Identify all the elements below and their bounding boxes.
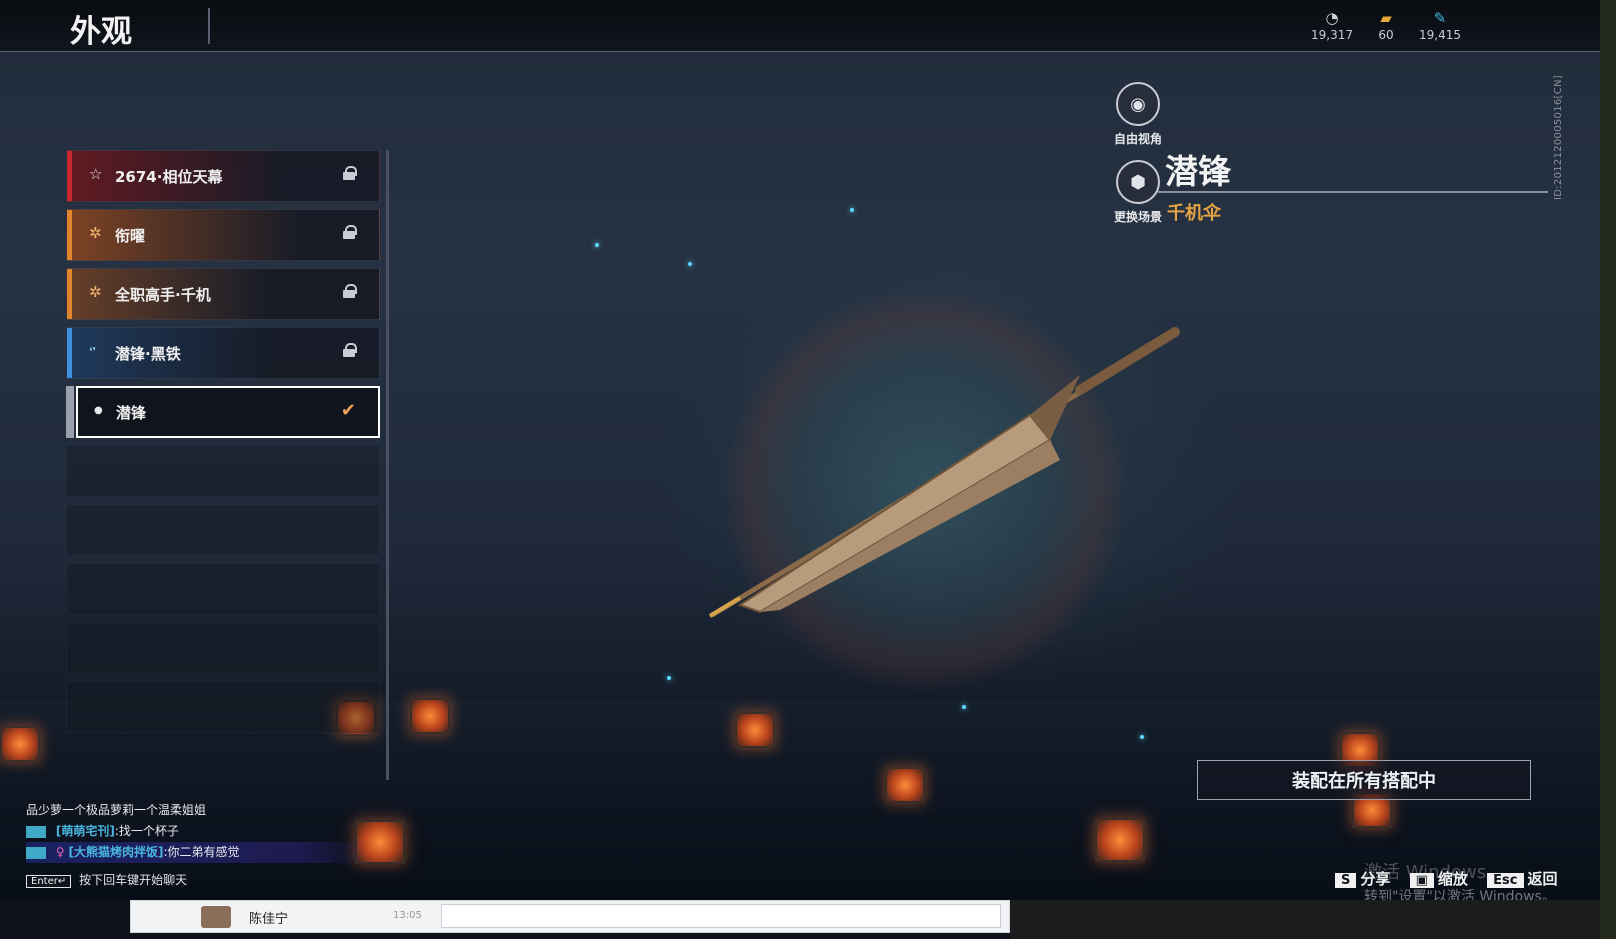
skin-item[interactable]: ✲ 衔曜 <box>66 209 380 261</box>
lantern <box>410 698 450 734</box>
cube-icon: ⬢ <box>1116 160 1160 204</box>
channel-tag <box>26 825 46 838</box>
enter-key: Enter↵ <box>26 875 72 888</box>
shortcut-bar: S 分享 ▣ 缩放 Esc 返回 <box>1335 868 1572 889</box>
rarity-bar <box>67 210 72 260</box>
skin-label: 潜锋 <box>116 404 147 422</box>
equip-all-button[interactable]: 装配在所有搭配中 <box>1197 760 1531 800</box>
share-shortcut[interactable]: S 分享 <box>1335 868 1390 889</box>
feather-icon: ✎ <box>1433 9 1447 27</box>
camera-icon: ◉ <box>1116 82 1160 126</box>
chat-text: 品少萝一个极品萝莉一个温柔姐姐 <box>26 803 207 817</box>
chat-text: :找一个杯子 <box>114 824 179 838</box>
rarity-bar <box>66 386 74 438</box>
empty-slot <box>66 504 380 556</box>
skin-label: 全职高手·千机 <box>115 286 211 304</box>
chat-panel: 品少萝一个极品萝莉一个温柔姐姐 [萌萌宅刊]:找一个杯子 ♀ [大熊猫烤肉拌饭]… <box>26 803 366 863</box>
back-shortcut[interactable]: Esc 返回 <box>1487 868 1558 889</box>
spark <box>1140 735 1144 739</box>
free-view-label: 自由视角 <box>1113 132 1162 146</box>
rarity-bar <box>67 269 72 319</box>
wing-icon: ❛❜ <box>89 345 97 358</box>
chat-line: 品少萝一个极品萝莉一个温柔姐姐 <box>26 800 366 821</box>
skin-item[interactable]: ✲ 全职高手·千机 <box>66 268 380 320</box>
avatar[interactable] <box>201 906 231 928</box>
drop-icon: ● <box>94 405 103 416</box>
chat-text: :你二弟有感觉 <box>163 845 240 859</box>
lock-icon <box>343 225 357 239</box>
empty-slot <box>66 622 380 674</box>
spark <box>688 262 692 266</box>
flower-icon: ✲ <box>89 283 102 301</box>
lantern <box>735 712 775 748</box>
free-view-button[interactable]: ◉ 自由视角 <box>1108 82 1168 147</box>
chat-line: [萌萌宅刊]:找一个杯子 <box>26 821 366 842</box>
desktop-edge <box>1600 0 1616 939</box>
skin-label: 衔曜 <box>115 227 146 245</box>
rarity-bar <box>67 328 72 378</box>
rarity-bar <box>67 151 72 201</box>
spark <box>850 208 854 212</box>
lock-icon <box>343 166 357 180</box>
currency-value: 19,415 <box>1419 28 1461 42</box>
empty-slot <box>66 563 380 615</box>
chat-speaker[interactable]: [大熊猫烤肉拌饭] <box>68 845 163 859</box>
change-scene-label: 更换场景 <box>1113 210 1162 224</box>
currency-feather: ✎ 19,415 <box>1405 8 1475 42</box>
key-esc: Esc <box>1487 873 1524 888</box>
spark <box>667 676 671 680</box>
zoom-shortcut[interactable]: ▣ 缩放 <box>1409 868 1468 889</box>
flower-icon: ✲ <box>89 224 102 242</box>
key-s: S <box>1335 873 1357 888</box>
item-name: 潜锋 <box>1165 152 1231 191</box>
chat-hint[interactable]: Enter↵ 按下回车键开始聊天 <box>26 871 187 888</box>
top-bar: 外观 ◔ 19,317 ▰ 60 ✎ 19,415 <box>0 0 1600 52</box>
list-scrollbar[interactable] <box>386 150 389 780</box>
message-input[interactable] <box>441 904 1001 928</box>
skin-item-selected[interactable]: ● 潜锋 ✔ <box>76 386 380 438</box>
title-divider <box>208 8 210 44</box>
female-icon: ♀ <box>55 845 65 859</box>
channel-tag <box>26 846 46 859</box>
star-icon: ☆ <box>89 165 103 183</box>
contact-time: 13:05 <box>393 910 422 921</box>
spark <box>962 705 966 709</box>
contact-name[interactable]: 陈佳宁 <box>249 908 288 927</box>
page-title: 外观 <box>70 14 132 50</box>
empty-slot <box>66 681 380 733</box>
skin-label: 潜锋·黑铁 <box>115 345 181 363</box>
skin-list: ☆ 2674·相位天幕 ✲ 衔曜 ✲ 全职高手·千机 ❛❜ 潜锋·黑铁 ● 潜锋… <box>66 150 380 780</box>
chat-line: ♀ [大熊猫烤肉拌饭]:你二弟有感觉 <box>26 842 366 863</box>
back-label: 返回 <box>1527 870 1558 888</box>
desktop-background <box>1010 900 1616 939</box>
zoom-label: 缩放 <box>1437 870 1468 888</box>
chat-speaker[interactable]: [萌萌宅刊] <box>56 824 115 838</box>
share-label: 分享 <box>1360 870 1391 888</box>
lantern <box>1095 818 1145 862</box>
skin-item[interactable]: ❛❜ 潜锋·黑铁 <box>66 327 380 379</box>
check-icon: ✔ <box>340 400 356 421</box>
lantern <box>885 767 925 803</box>
skin-label: 2674·相位天幕 <box>115 168 223 186</box>
desktop-chat-window: 陈佳宁 13:05 <box>130 900 1010 933</box>
player-id: ID:2012120005016[CN] <box>1553 75 1564 200</box>
item-divider <box>1158 191 1548 193</box>
chat-hint-text: 按下回车键开始聊天 <box>79 873 188 887</box>
item-type: 千机伞 <box>1167 203 1221 224</box>
skin-item[interactable]: ☆ 2674·相位天幕 <box>66 150 380 202</box>
mouse-icon: ▣ <box>1409 873 1434 888</box>
lock-icon <box>343 343 357 357</box>
umbrella-weapon-render <box>708 327 1180 618</box>
lantern <box>0 726 40 762</box>
empty-slot <box>66 445 380 497</box>
lock-icon <box>343 284 357 298</box>
spark <box>595 243 599 247</box>
